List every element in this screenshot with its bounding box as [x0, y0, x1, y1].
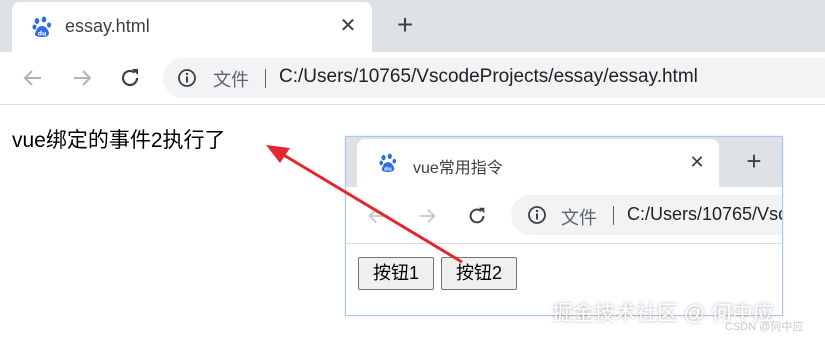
tab-essay[interactable]: du essay.html ✕ [12, 2, 372, 52]
address-bar[interactable]: 文件 C:/Users/10765/VscodeProjects/essay/e… [511, 195, 782, 235]
tab-vue-directives[interactable]: du vue常用指令 ✕ [357, 139, 719, 187]
forward-arrow-icon[interactable] [70, 66, 94, 90]
inset-browser-window: du vue常用指令 ✕ + 文件 C:/Users/10765/VscodeP… [345, 136, 783, 316]
site-chip: 文件 [213, 70, 249, 90]
new-tab-button[interactable]: + [742, 147, 766, 175]
svg-text:du: du [384, 167, 392, 173]
back-arrow-icon[interactable] [21, 66, 45, 90]
close-tab-icon[interactable]: ✕ [687, 151, 707, 173]
inset-tab-strip: du vue常用指令 ✕ + [346, 137, 782, 187]
watermark-small: CSDN @何中应 [725, 321, 804, 333]
tab-strip: du essay.html ✕ + [0, 0, 825, 52]
new-tab-button[interactable]: + [392, 10, 418, 40]
site-chip: 文件 [561, 208, 597, 228]
back-arrow-icon[interactable] [366, 205, 388, 227]
info-icon[interactable] [527, 205, 547, 225]
url-text[interactable]: C:/Users/10765/VscodeProjects/essay/essa… [627, 204, 782, 225]
close-tab-icon[interactable]: ✕ [338, 14, 358, 38]
button-1[interactable]: 按钮1 [358, 257, 434, 290]
baidu-paw-icon: du [379, 153, 397, 173]
inset-toolbar: 文件 C:/Users/10765/VscodeProjects/essay/e… [346, 187, 782, 244]
tab-title: essay.html [65, 16, 150, 36]
divider [265, 69, 266, 88]
address-bar[interactable]: 文件 C:/Users/10765/VscodeProjects/essay/e… [163, 58, 825, 98]
baidu-paw-icon: du [32, 16, 51, 38]
event-message: vue绑定的事件2执行了 [12, 129, 226, 152]
browser-toolbar: 文件 C:/Users/10765/VscodeProjects/essay/e… [0, 52, 825, 105]
svg-text:du: du [38, 31, 47, 38]
divider [613, 206, 614, 225]
reload-icon[interactable] [118, 66, 142, 90]
url-text[interactable]: C:/Users/10765/VscodeProjects/essay/essa… [279, 66, 698, 88]
reload-icon[interactable] [466, 205, 488, 227]
button-2[interactable]: 按钮2 [441, 257, 517, 290]
forward-arrow-icon[interactable] [416, 205, 438, 227]
tab-title: vue常用指令 [413, 160, 503, 177]
info-icon[interactable] [177, 68, 197, 88]
